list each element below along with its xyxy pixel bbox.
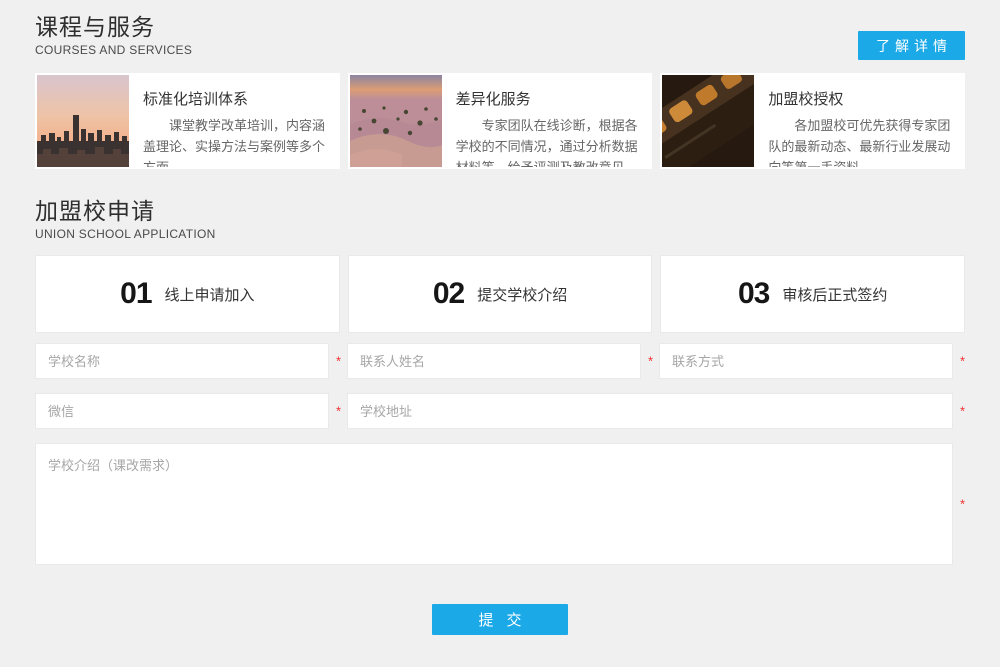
step-number: 03 <box>738 277 769 311</box>
form-row-3: * <box>35 443 953 565</box>
step-online-apply: 01 线上申请加入 <box>35 255 340 333</box>
card-title: 加盟校授权 <box>768 88 953 109</box>
card-body: 标准化培训体系 课堂教学改革培训，内容涵盖理论、实操方法与案例等多个方面 <box>129 75 338 167</box>
form-row-1: * * * <box>35 343 953 379</box>
card-title: 差异化服务 <box>456 88 641 109</box>
page: 课程与服务 COURSES AND SERVICES 了解详情 <box>0 0 1000 667</box>
wechat-input[interactable] <box>35 393 329 429</box>
step-number: 02 <box>433 277 464 311</box>
card-title: 标准化培训体系 <box>143 88 328 109</box>
contact-name-input[interactable] <box>347 343 641 379</box>
application-subtitle: UNION SCHOOL APPLICATION <box>35 228 965 240</box>
contact-phone-input[interactable] <box>659 343 953 379</box>
page-title: 课程与服务 <box>35 16 192 39</box>
school-intro-textarea[interactable] <box>35 443 953 565</box>
required-asterisk: * <box>336 405 341 418</box>
school-address-field: * <box>347 393 953 429</box>
city-skyline-image <box>37 75 129 167</box>
contact-phone-field: * <box>659 343 953 379</box>
application-heading: 加盟校申请 UNION SCHOOL APPLICATION <box>35 200 965 240</box>
course-card-franchise-authorization: 加盟校授权 各加盟校可优先获得专家团队的最新动态、最新行业发展动向等第一手资料 <box>660 73 965 169</box>
courses-heading: 课程与服务 COURSES AND SERVICES <box>35 16 192 56</box>
step-submit-intro: 02 提交学校介绍 <box>348 255 653 333</box>
course-card-standard-training: 标准化培训体系 课堂教学改革培训，内容涵盖理论、实操方法与案例等多个方面 <box>35 73 340 169</box>
desert-dunes-image <box>350 75 442 167</box>
step-number: 01 <box>120 277 151 311</box>
required-asterisk: * <box>648 355 653 368</box>
required-asterisk: * <box>336 355 341 368</box>
wechat-field: * <box>35 393 329 429</box>
school-name-input[interactable] <box>35 343 329 379</box>
page-subtitle: COURSES AND SERVICES <box>35 44 192 56</box>
school-address-input[interactable] <box>347 393 953 429</box>
form-row-2: * * <box>35 393 953 429</box>
submit-button[interactable]: 提交 <box>432 604 568 635</box>
school-name-field: * <box>35 343 329 379</box>
card-body: 加盟校授权 各加盟校可优先获得专家团队的最新动态、最新行业发展动向等第一手资料 <box>754 75 963 167</box>
learn-more-button[interactable]: 了解详情 <box>858 31 965 60</box>
card-description: 各加盟校可优先获得专家团队的最新动态、最新行业发展动向等第一手资料 <box>768 115 953 167</box>
course-cards: 标准化培训体系 课堂教学改革培训，内容涵盖理论、实操方法与案例等多个方面 <box>35 73 965 169</box>
application-title: 加盟校申请 <box>35 200 965 223</box>
course-card-differentiated-service: 差异化服务 专家团队在线诊断，根据各学校的不同情况，通过分析数据材料等，给予评测… <box>348 73 653 169</box>
application-steps: 01 线上申请加入 02 提交学校介绍 03 审核后正式签约 <box>35 255 965 333</box>
submit-row: 提交 <box>35 604 965 635</box>
card-description: 专家团队在线诊断，根据各学校的不同情况，通过分析数据材料等，给予评测及教改意见 <box>456 115 641 167</box>
application-form: * * * * * * <box>35 343 953 565</box>
step-label: 提交学校介绍 <box>477 284 567 305</box>
film-strip-image <box>662 75 754 167</box>
card-body: 差异化服务 专家团队在线诊断，根据各学校的不同情况，通过分析数据材料等，给予评测… <box>442 75 651 167</box>
card-description: 课堂教学改革培训，内容涵盖理论、实操方法与案例等多个方面 <box>143 115 328 167</box>
step-label: 审核后正式签约 <box>782 284 887 305</box>
contact-name-field: * <box>347 343 641 379</box>
courses-header: 课程与服务 COURSES AND SERVICES 了解详情 <box>35 16 965 60</box>
school-intro-field: * <box>35 443 953 565</box>
step-label: 线上申请加入 <box>165 284 255 305</box>
required-asterisk: * <box>960 498 965 511</box>
required-asterisk: * <box>960 355 965 368</box>
required-asterisk: * <box>960 405 965 418</box>
step-sign-contract: 03 审核后正式签约 <box>660 255 965 333</box>
